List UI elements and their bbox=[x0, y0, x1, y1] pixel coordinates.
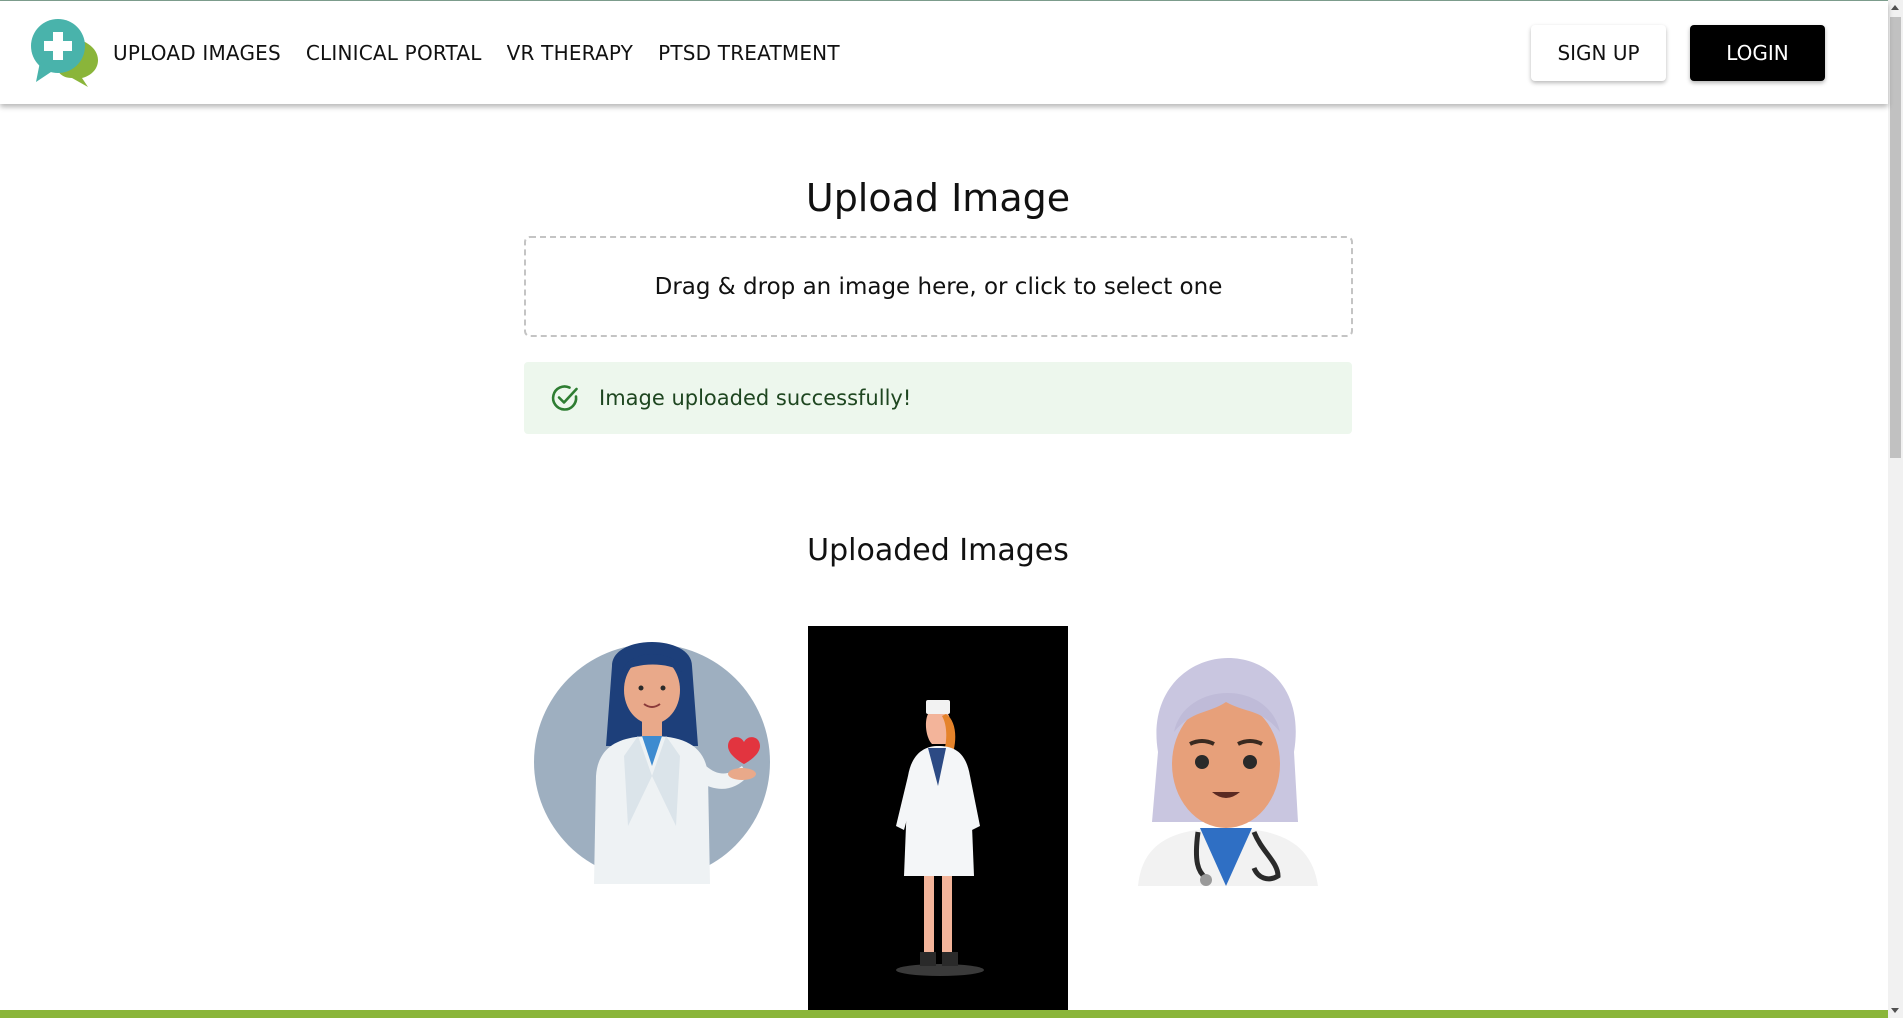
nav-vr-therapy[interactable]: VR THERAPY bbox=[507, 41, 633, 65]
sign-up-button[interactable]: SIGN UP bbox=[1531, 25, 1666, 81]
nurse-standing-image[interactable] bbox=[808, 626, 1068, 1010]
nav-ptsd-treatment[interactable]: PTSD TREATMENT bbox=[658, 41, 840, 65]
doctor-3d-avatar-image[interactable] bbox=[1128, 652, 1324, 886]
success-alert: Image uploaded successfully! bbox=[524, 362, 1352, 434]
scroll-up-arrow-icon[interactable] bbox=[1891, 5, 1899, 10]
medical-chat-logo-icon[interactable] bbox=[28, 16, 100, 88]
nav-clinical-portal[interactable]: CLINICAL PORTAL bbox=[306, 41, 482, 65]
nav-upload-images[interactable]: UPLOAD IMAGES bbox=[113, 41, 281, 65]
dropzone-text: Drag & drop an image here, or click to s… bbox=[654, 273, 1223, 300]
top-navigation-bar: UPLOAD IMAGES CLINICAL PORTAL VR THERAPY… bbox=[0, 1, 1888, 104]
success-message: Image uploaded successfully! bbox=[599, 386, 912, 410]
scrollbar-thumb[interactable] bbox=[1890, 17, 1901, 458]
uploaded-images-title: Uploaded Images bbox=[807, 533, 1069, 568]
bottom-accent-bar bbox=[0, 1010, 1888, 1018]
page-title: Upload Image bbox=[805, 176, 1071, 220]
page-scrollbar[interactable] bbox=[1888, 0, 1903, 1018]
image-dropzone[interactable]: Drag & drop an image here, or click to s… bbox=[524, 236, 1353, 337]
main-nav: UPLOAD IMAGES CLINICAL PORTAL VR THERAPY… bbox=[113, 41, 840, 65]
scroll-down-arrow-icon[interactable] bbox=[1891, 1008, 1899, 1013]
check-circle-icon bbox=[551, 385, 578, 411]
login-button[interactable]: LOGIN bbox=[1690, 25, 1825, 81]
doctor-woman-heart-image[interactable] bbox=[528, 626, 776, 884]
